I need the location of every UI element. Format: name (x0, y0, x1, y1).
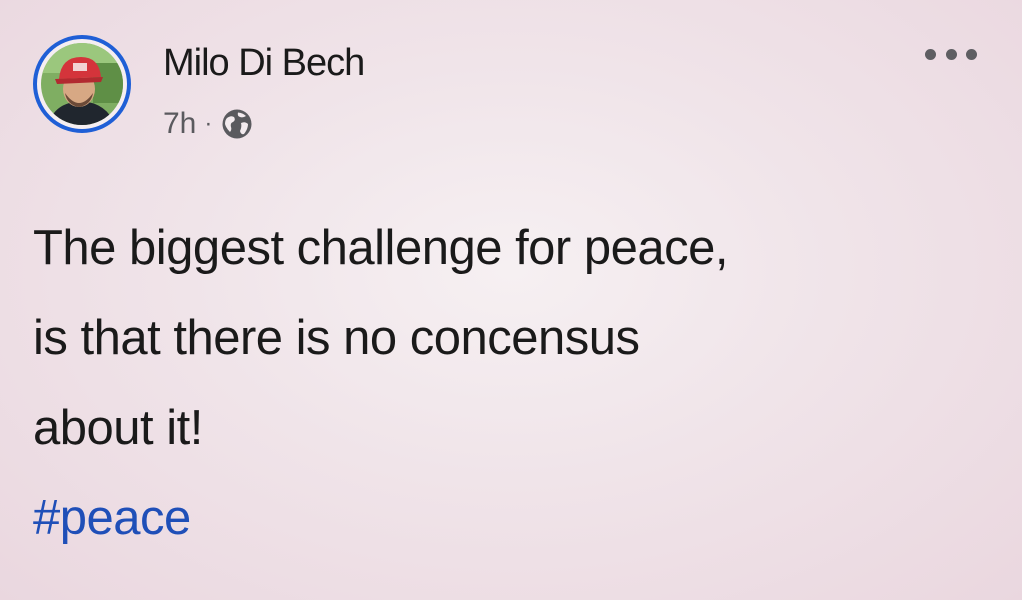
more-options-icon (925, 48, 936, 60)
globe-icon[interactable] (221, 108, 253, 140)
more-options-button[interactable] (925, 40, 977, 68)
author-name[interactable]: Milo Di Bech (163, 40, 365, 86)
post-text-line: is that there is no concensus (33, 311, 640, 365)
post-card: Milo Di Bech 7h · The biggest challenge … (0, 0, 1022, 600)
meta-separator: · (204, 110, 213, 137)
post-text: The biggest challenge for peace, is that… (33, 203, 993, 563)
post-timestamp[interactable]: 7h (163, 104, 196, 144)
post-meta: 7h · (163, 104, 253, 144)
avatar-photo (41, 43, 123, 125)
post-text-line: about it! (33, 401, 203, 455)
avatar[interactable] (33, 35, 131, 133)
post-text-line: The biggest challenge for peace, (33, 221, 728, 275)
hashtag-link[interactable]: #peace (33, 473, 993, 563)
